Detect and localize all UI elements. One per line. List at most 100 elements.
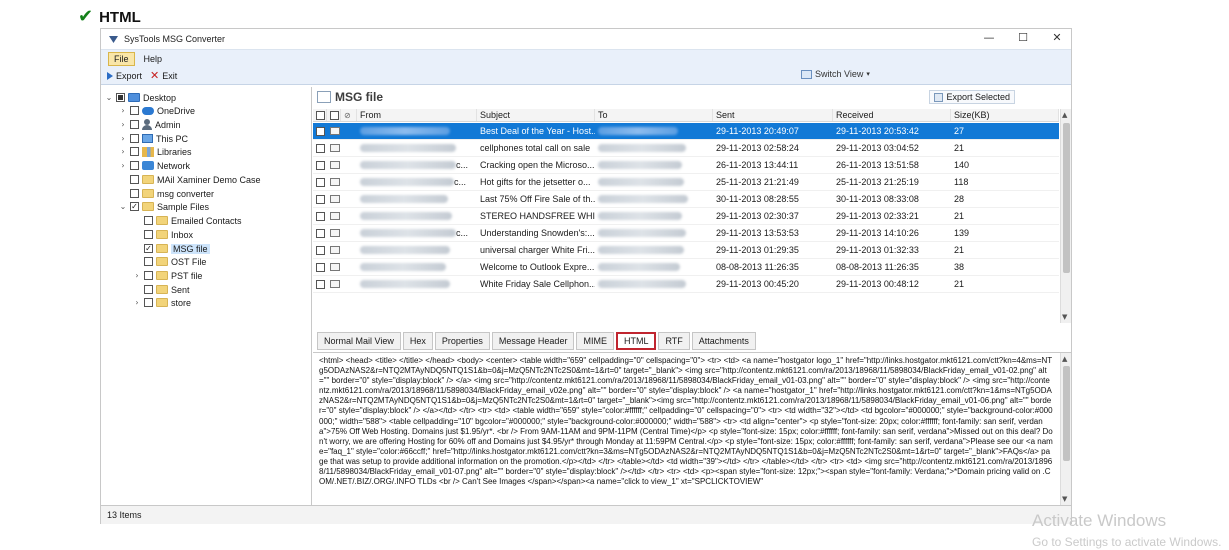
scroll-down-icon[interactable]: ▼	[1062, 313, 1067, 321]
tab-message-header[interactable]: Message Header	[491, 332, 575, 350]
row-checkbox[interactable]	[313, 208, 327, 224]
tree-item-emailed-contacts[interactable]: Emailed Contacts	[133, 214, 242, 227]
table-row[interactable]: c... Cracking open the Microso... 26-11-20…	[313, 157, 1059, 174]
row-checkbox[interactable]	[313, 259, 327, 275]
expand-arrow-icon[interactable]: ⌄	[119, 202, 127, 211]
collapse-arrow-icon[interactable]: ›	[133, 298, 141, 307]
tree-checkbox[interactable]	[130, 120, 139, 129]
tree-item-libraries[interactable]: › Libraries	[119, 145, 192, 158]
row-checkbox-box[interactable]	[316, 194, 325, 204]
scroll-up-icon[interactable]: ▲	[1062, 111, 1067, 119]
tab-html[interactable]: HTML	[615, 332, 657, 350]
column-header-size[interactable]: Size(KB)	[951, 109, 1059, 121]
row-checkbox[interactable]	[313, 191, 327, 207]
row-checkbox[interactable]	[313, 123, 327, 139]
column-header-subject[interactable]: Subject	[477, 109, 595, 121]
collapse-arrow-icon[interactable]: ›	[119, 120, 127, 129]
row-checkbox-box[interactable]	[316, 143, 325, 153]
maximize-button[interactable]: ☐	[1017, 31, 1029, 44]
tree-checkbox[interactable]	[144, 298, 153, 307]
close-button[interactable]: ✕	[1051, 31, 1063, 44]
scroll-thumb[interactable]	[1063, 366, 1070, 461]
tab-properties[interactable]: Properties	[434, 332, 490, 350]
tree-item-store[interactable]: › store	[133, 296, 191, 309]
row-checkbox[interactable]	[313, 276, 327, 292]
tree-checkbox[interactable]	[144, 230, 153, 239]
table-row[interactable]: Last 75% Off Fire Sale of th... 30-11-201…	[313, 191, 1059, 208]
switch-view-button[interactable]: Switch View ▾	[801, 69, 870, 79]
table-row[interactable]: STEREO HANDSFREE WHIT... 29-11-2013 02:30…	[313, 208, 1059, 225]
tree-checkbox[interactable]: ✓	[144, 244, 153, 253]
row-checkbox-box[interactable]	[316, 177, 325, 187]
select-all-checkbox[interactable]	[316, 110, 325, 120]
tree-item-sent[interactable]: Sent	[133, 283, 190, 296]
list-scrollbar[interactable]: ▲ ▼	[1060, 109, 1071, 323]
header-checkbox-column[interactable]	[313, 109, 327, 121]
collapse-arrow-icon[interactable]: ›	[119, 134, 127, 143]
row-checkbox-box[interactable]	[316, 279, 325, 289]
collapse-arrow-icon[interactable]: ›	[119, 106, 127, 115]
tree-checkbox[interactable]	[130, 134, 139, 143]
tree-item-pst-file[interactable]: › PST file	[133, 269, 202, 282]
column-header-to[interactable]: To	[595, 109, 713, 121]
collapse-arrow-icon[interactable]: ›	[133, 271, 141, 280]
table-row[interactable]: universal charger White Fri... 29-11-2013…	[313, 242, 1059, 259]
row-checkbox-box[interactable]	[316, 228, 325, 238]
export-selected-button[interactable]: Export Selected	[929, 90, 1015, 104]
menu-file[interactable]: File	[108, 51, 135, 66]
exit-button[interactable]: ✕ Exit	[150, 69, 177, 82]
tree-item-msg-file[interactable]: ✓ MSG file	[133, 242, 210, 255]
column-header-from[interactable]: From	[357, 109, 477, 121]
menu-help[interactable]: Help	[139, 53, 168, 65]
tab-attachments[interactable]: Attachments	[691, 332, 756, 350]
tree-item-sample-files[interactable]: ⌄ ✓ Sample Files	[119, 200, 209, 213]
scroll-up-icon[interactable]: ▲	[1062, 355, 1067, 363]
tree-checkbox[interactable]	[116, 93, 125, 102]
tab-mime[interactable]: MIME	[576, 332, 614, 350]
tree-item-this-pc[interactable]: › This PC	[119, 132, 188, 145]
tree-checkbox[interactable]	[130, 147, 139, 156]
table-row[interactable]: White Friday Sale Cellphon... 29-11-2013 …	[313, 276, 1059, 293]
row-checkbox-box[interactable]	[316, 245, 325, 255]
row-checkbox[interactable]	[313, 225, 327, 241]
tab-normal-mail-view[interactable]: Normal Mail View	[317, 332, 401, 350]
tree-checkbox[interactable]	[144, 271, 153, 280]
tree-item-ost-file[interactable]: OST File	[133, 255, 206, 268]
table-row[interactable]: Welcome to Outlook Expre... 08-08-2013 11…	[313, 259, 1059, 276]
scroll-thumb[interactable]	[1063, 123, 1070, 273]
tree-checkbox[interactable]	[130, 189, 139, 198]
tree-item-onedrive[interactable]: › OneDrive	[119, 104, 195, 117]
expand-arrow-icon[interactable]: ⌄	[105, 93, 113, 102]
row-checkbox[interactable]	[313, 140, 327, 156]
tree-checkbox[interactable]	[144, 257, 153, 266]
row-checkbox-box[interactable]	[316, 126, 325, 136]
tree-item-mail-xaminer[interactable]: MAil Xaminer Demo Case	[119, 173, 261, 186]
tree-item-desktop[interactable]: ⌄ Desktop	[105, 91, 176, 104]
row-checkbox-box[interactable]	[316, 160, 325, 170]
export-button[interactable]: Export	[107, 71, 142, 81]
tree-checkbox[interactable]	[130, 161, 139, 170]
table-row[interactable]: c... Understanding Snowden's:... 29-11-201…	[313, 225, 1059, 242]
collapse-arrow-icon[interactable]: ›	[119, 161, 127, 170]
minimize-button[interactable]: —	[983, 31, 995, 44]
table-row[interactable]: Best Deal of the Year - Host... 29-11-201…	[313, 123, 1059, 140]
tab-rtf[interactable]: RTF	[658, 332, 690, 350]
table-row[interactable]: c... Hot gifts for the jetsetter o... 25-1…	[313, 174, 1059, 191]
table-row[interactable]: cellphones total call on sale 29-11-2013 …	[313, 140, 1059, 157]
tree-checkbox[interactable]	[130, 106, 139, 115]
collapse-arrow-icon[interactable]: ›	[119, 147, 127, 156]
source-scrollbar[interactable]: ▲ ▼	[1060, 353, 1071, 505]
tree-checkbox[interactable]: ✓	[130, 202, 139, 211]
tree-checkbox[interactable]	[130, 175, 139, 184]
row-checkbox[interactable]	[313, 174, 327, 190]
tree-checkbox[interactable]	[144, 216, 153, 225]
tree-item-network[interactable]: › Network	[119, 159, 190, 172]
row-checkbox[interactable]	[313, 242, 327, 258]
tree-checkbox[interactable]	[144, 285, 153, 294]
column-header-sent[interactable]: Sent	[713, 109, 833, 121]
row-checkbox-box[interactable]	[316, 262, 325, 272]
row-checkbox[interactable]	[313, 157, 327, 173]
row-checkbox-box[interactable]	[316, 211, 325, 221]
column-header-received[interactable]: Received	[833, 109, 951, 121]
tree-item-admin[interactable]: › Admin	[119, 118, 181, 131]
